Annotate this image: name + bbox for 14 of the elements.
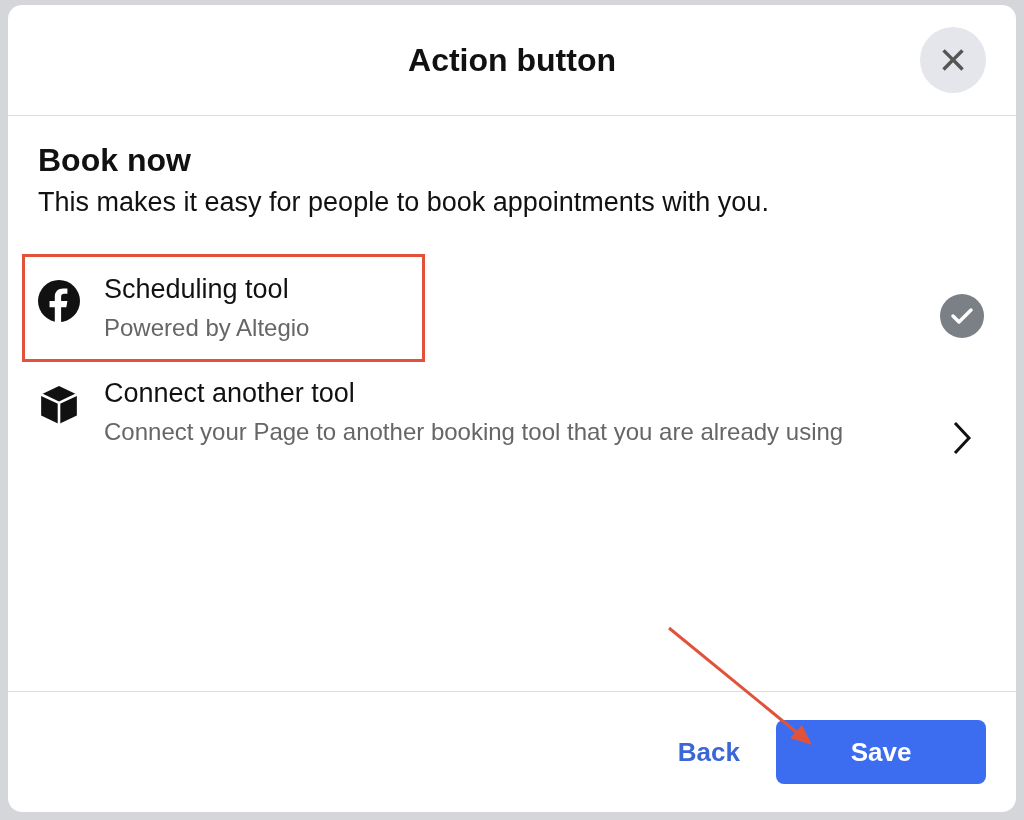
section-description: This makes it easy for people to book appointments with you. — [38, 187, 770, 218]
section-title: Book now — [38, 142, 192, 179]
option-subtitle: Powered by Altegio — [104, 313, 311, 343]
dialog-title: Action button — [408, 41, 616, 79]
option-row[interactable]: Scheduling tool Powered by Altegio — [38, 274, 986, 346]
cube-icon — [38, 383, 80, 426]
save-button[interactable]: Save — [776, 720, 986, 784]
circle-logo-icon — [38, 280, 80, 322]
option-row[interactable]: Connect another tool Connect your Page to another booking tool that you are already using — [38, 377, 986, 456]
option-title: Connect another tool — [104, 377, 356, 409]
back-link[interactable]: Back — [677, 736, 740, 768]
option-subtitle: Connect your Page to another booking tool that you are already using — [104, 416, 845, 447]
option-title: Scheduling tool — [104, 274, 290, 305]
close-button[interactable]: × — [920, 27, 986, 93]
